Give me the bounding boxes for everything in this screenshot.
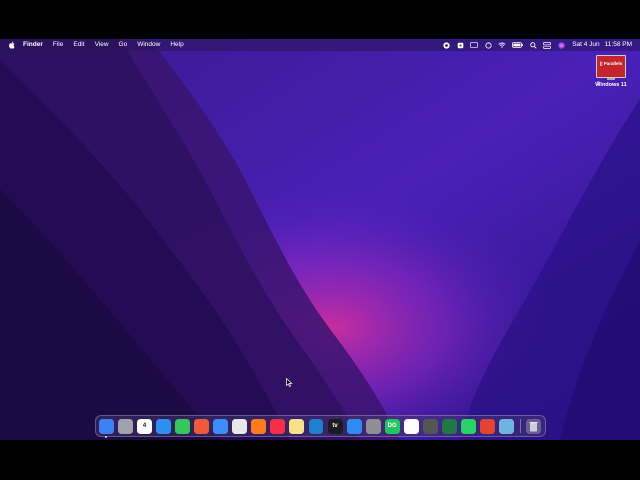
- menubar-clock[interactable]: Sat 4 Jun 11:58 PM: [572, 39, 632, 51]
- dock: 4 tv DG: [95, 415, 546, 438]
- desktop-icon-label: Windows 11: [595, 82, 627, 88]
- dock-trash-icon[interactable]: [526, 418, 541, 434]
- dock-apple-tv-label: tv: [332, 423, 338, 429]
- apple-menu-icon[interactable]: [8, 41, 16, 49]
- menu-edit[interactable]: Edit: [73, 39, 84, 51]
- desktop[interactable]: Finder File Edit View Go Window Help Sat…: [0, 39, 640, 440]
- dock-pixelmator-icon[interactable]: [194, 418, 210, 434]
- dock-notes-icon[interactable]: [289, 418, 305, 434]
- control-center-icon[interactable]: [543, 41, 552, 49]
- dock-apple-tv-icon[interactable]: tv: [327, 418, 343, 434]
- dock-slack-icon[interactable]: [403, 418, 419, 434]
- dock-calendar-icon[interactable]: 4: [137, 418, 153, 434]
- dock-whatsapp-icon[interactable]: [460, 418, 476, 434]
- monitor-stand-icon: [607, 78, 615, 80]
- screen-record-icon[interactable]: [442, 41, 450, 49]
- dock-calculator-icon[interactable]: [422, 418, 438, 434]
- menu-window[interactable]: Window: [137, 39, 160, 51]
- desktop-icon-windows-11[interactable]: || Parallels 2 Windows 11: [589, 55, 633, 88]
- dock-app-store-icon[interactable]: [346, 418, 362, 434]
- menubar-date: Sat 4 Jun: [572, 41, 600, 48]
- menu-go[interactable]: Go: [119, 39, 128, 51]
- dock-datagrip-icon[interactable]: DG: [384, 418, 400, 434]
- keyboard-icon[interactable]: [470, 41, 479, 49]
- menu-bar: Finder File Edit View Go Window Help Sat…: [0, 39, 640, 51]
- dock-datagrip-label: DG: [387, 423, 397, 429]
- dock-separator: [520, 419, 522, 433]
- menubar-time: 11:58 PM: [604, 41, 632, 48]
- dock-firefox-icon[interactable]: [251, 418, 267, 434]
- windows-vm-thumbnail: || Parallels: [596, 55, 626, 78]
- parallels-logo: || Parallels: [600, 61, 623, 66]
- notes-icon[interactable]: [456, 41, 464, 49]
- dock-safari-icon[interactable]: [156, 418, 172, 434]
- dock-todoist-icon[interactable]: [479, 418, 495, 434]
- running-indicator: [105, 435, 107, 438]
- desktop-icon-badge: 2: [597, 81, 600, 87]
- dock-excel-icon[interactable]: [441, 418, 457, 434]
- menu-file[interactable]: File: [53, 39, 63, 51]
- sync-icon[interactable]: [484, 41, 492, 49]
- dock-finder-icon[interactable]: [99, 418, 114, 438]
- dock-calendar-label: 4: [142, 423, 147, 429]
- siri-icon[interactable]: [557, 41, 565, 49]
- dock-preview-icon[interactable]: [498, 418, 514, 434]
- menu-view[interactable]: View: [95, 39, 109, 51]
- menu-help[interactable]: Help: [170, 39, 183, 51]
- menu-finder[interactable]: Finder: [23, 39, 43, 51]
- search-icon[interactable]: [529, 41, 537, 49]
- mouse-cursor-icon: [286, 378, 293, 387]
- dock-mail-icon[interactable]: [213, 418, 229, 434]
- dock-vscode-icon[interactable]: [308, 418, 324, 434]
- dock-chrome-icon[interactable]: [232, 418, 248, 434]
- wallpaper: [0, 39, 640, 440]
- dock-launchpad-icon[interactable]: [118, 418, 133, 434]
- letterbox-top: [0, 0, 640, 39]
- dock-system-preferences-icon[interactable]: [365, 418, 381, 434]
- letterbox-bottom: [0, 440, 640, 480]
- dock-messages-icon[interactable]: [175, 418, 191, 434]
- wifi-icon[interactable]: [498, 41, 506, 49]
- battery-icon[interactable]: [512, 41, 523, 49]
- dock-music-icon[interactable]: [270, 418, 286, 434]
- trash-can-icon: [529, 421, 538, 431]
